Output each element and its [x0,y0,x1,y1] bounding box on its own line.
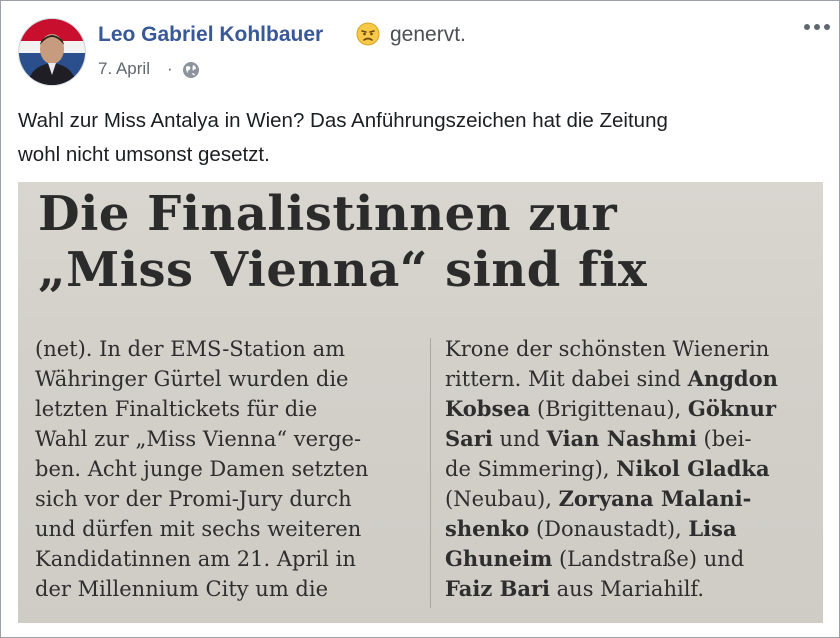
author-avatar[interactable] [18,18,86,86]
article-line: shenko (Donaustadt), Lisa [445,514,815,544]
menu-dot [814,24,820,30]
headline-line: „Miss Vienna“ sind fix [38,242,648,298]
article-line: Krone der schönsten Wienerin [445,337,770,361]
article-line: Wahl zur „Miss Vienna“ verge- [35,427,362,451]
menu-dot [824,24,830,30]
article-column-1: (net). In der EMS-Station am Währinger G… [35,334,415,604]
finalist-name: Göknur [687,396,777,421]
post-text-line: wohl nicht umsonst gesetzt. [18,143,270,166]
finalist-name: Angdon [687,366,778,391]
finalist-name: Faiz Bari [445,576,550,601]
article-line: sich vor der Promi-Jury durch [35,487,352,511]
article-text: und [492,427,547,451]
annoyed-emoji-icon [356,22,380,46]
article-line: ben. Acht junge Damen setzten [35,457,369,481]
article-line: Sari und Vian Nashmi (bei- [445,424,815,454]
finalist-name: Nikol Gladka [616,456,770,481]
article-text: rittern. Mit dabei sind [445,367,688,391]
feeling-label: genervt. [390,23,466,46]
headline-line: Die Finalistinnen zur [38,186,618,242]
article-column-2: Krone der schönsten Wienerin rittern. Mi… [445,334,815,604]
article-line: (net). In der EMS-Station am [35,337,346,361]
post-photo[interactable]: Die Finalistinnen zur „Miss Vienna“ sind… [18,182,823,623]
author-name-link[interactable]: Leo Gabriel Kohlbauer [98,23,323,47]
article-line: Faiz Bari aus Mariahilf. [445,574,815,604]
globe-icon[interactable] [182,61,200,79]
article-line: de Simmering), Nikol Gladka [445,454,815,484]
finalist-name: Ghuneim [445,546,553,571]
article-line: Kandidatinnen am 21. April in [35,547,356,571]
article-line: rittern. Mit dabei sind Angdon [445,364,815,394]
article-text: (Brigittenau), [530,397,688,421]
finalist-name: Zoryana Malani- [558,486,752,511]
menu-dot [804,24,810,30]
article-line: Kobsea (Brigittenau), Göknur [445,394,815,424]
article-text: (Donaustadt), [529,517,689,541]
article-text: (Neubau), [445,487,559,511]
article-line: letzten Finaltickets für die [35,397,318,421]
column-divider [430,338,431,608]
finalist-name: shenko [445,516,530,541]
article-text: aus Mariahilf. [549,577,705,601]
post-text-line: Wahl zur Miss Antalya in Wien? Das Anfüh… [18,109,668,132]
article-line: Ghuneim (Landstraße) und [445,544,815,574]
finalist-name: Vian Nashmi [546,426,697,451]
article-headline: Die Finalistinnen zur „Miss Vienna“ sind… [38,186,647,298]
finalist-name: Lisa [688,516,737,541]
article-text: de Simmering), [445,457,617,481]
article-line: Währinger Gürtel wurden die [35,367,349,391]
post-text: Wahl zur Miss Antalya in Wien? Das Anfüh… [18,104,818,172]
article-line: (Neubau), Zoryana Malani- [445,484,815,514]
article-text: (bei- [696,427,752,451]
separator-dot: · [167,59,173,78]
article-line: der Millennium City um die [35,577,329,601]
finalist-name: Kobsea [445,396,531,421]
finalist-name: Sari [445,426,493,451]
facebook-post: Leo Gabriel Kohlbauer genervt. 7. April … [0,0,840,638]
article-text: (Landstraße) und [552,547,745,571]
article-line: und dürfen mit sechs weiteren [35,517,362,541]
more-options-icon[interactable] [801,17,833,37]
post-date-link[interactable]: 7. April [98,59,150,79]
